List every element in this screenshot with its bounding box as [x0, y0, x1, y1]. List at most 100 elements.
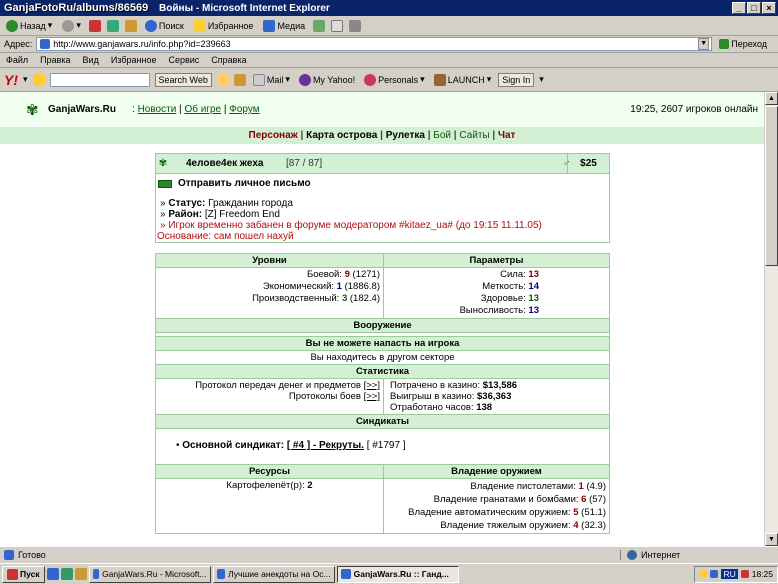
page-icon	[40, 39, 51, 49]
system-tray: RU 18:25	[694, 565, 778, 583]
history-icon[interactable]	[313, 19, 326, 32]
send-message-link[interactable]: Отправить личное письмо	[156, 174, 609, 193]
zone-text: Интернет	[641, 550, 681, 560]
yahoo-search-input[interactable]	[49, 72, 150, 87]
sign-in-button[interactable]: Sign In	[498, 72, 535, 87]
start-button[interactable]: Пуск	[2, 565, 45, 583]
ie-icon	[340, 569, 351, 579]
yahoo-mail-button[interactable]: Mail ▾	[251, 73, 292, 86]
player-district: [Z] Freedom End	[204, 209, 280, 220]
my-yahoo-icon	[298, 73, 311, 86]
stats-right: Потрачено в казино: $13,586 Выигрыш в ка…	[383, 378, 610, 415]
nav-character[interactable]: Персонаж	[249, 130, 298, 141]
syndicate-link[interactable]: [ #4 ] - Рекруты.	[287, 440, 364, 451]
nav-island-map[interactable]: Карта острова	[306, 130, 377, 141]
address-field[interactable]: http://www.ganjawars.ru/info.php?id=2396…	[36, 37, 713, 51]
pencil-icon[interactable]	[32, 73, 45, 86]
levels-header: Уровни	[155, 253, 384, 268]
forward-button[interactable]: ▾	[60, 19, 83, 32]
go-arrow-icon	[719, 39, 730, 49]
stop-icon[interactable]	[88, 19, 101, 32]
star-icon	[193, 19, 206, 32]
scroll-thumb[interactable]	[765, 106, 778, 266]
ban-reason: Основание: сам пошел нахуй	[157, 231, 294, 242]
levels-cell: Боевой: 9 (1271) Экономический: 1 (1886.…	[155, 267, 384, 319]
go-button[interactable]: Переход	[719, 39, 767, 49]
ie-quicklaunch-icon[interactable]	[46, 568, 59, 580]
favorites-button[interactable]: Избранное	[192, 19, 256, 32]
money-log-link[interactable]: [>>]	[364, 380, 380, 391]
cannabis-leaf-icon: ✾	[26, 102, 39, 119]
top-links: : Новости | Об игре | Форум	[132, 104, 260, 115]
menu-favorites[interactable]: Избранное	[111, 55, 157, 65]
refresh-icon[interactable]	[106, 19, 119, 32]
tray-icon[interactable]	[710, 570, 719, 578]
menu-help[interactable]: Справка	[211, 55, 246, 65]
battle-log-link[interactable]: [>>]	[364, 391, 380, 402]
vertical-scrollbar[interactable]: ▲ ▼	[764, 92, 778, 546]
attack-header: Вы не можете напасть на игрока	[155, 336, 610, 351]
print-icon[interactable]	[349, 19, 362, 32]
address-dropdown-icon[interactable]: ▼	[698, 38, 710, 50]
desktop-quicklaunch-icon[interactable]	[60, 568, 73, 580]
menu-view[interactable]: Вид	[83, 55, 99, 65]
app-quicklaunch-icon[interactable]	[74, 568, 87, 580]
language-indicator[interactable]: RU	[721, 569, 738, 579]
ban-notice: » Игрок временно забанен в форуме модера…	[160, 220, 542, 231]
back-button[interactable]: Назад ▾	[4, 19, 54, 32]
minimize-button[interactable]: _	[732, 2, 746, 14]
sign-in-dropdown-icon[interactable]: ▾	[539, 74, 544, 85]
launch-button[interactable]: LAUNCH ▾	[432, 73, 494, 86]
yahoo-dropdown-icon[interactable]: ▾	[23, 74, 28, 85]
nav-battle[interactable]: Бой	[433, 130, 451, 141]
nav-roulette[interactable]: Рулетка	[386, 130, 425, 141]
link-forum[interactable]: Форум	[229, 104, 259, 115]
search-button[interactable]: Поиск	[143, 19, 186, 32]
link-news[interactable]: Новости	[138, 104, 177, 115]
yahoo-toolbar: Y! ▾ Search Web Mail ▾ My Yahoo! Persona…	[0, 68, 778, 92]
search-web-button[interactable]: Search Web	[154, 72, 212, 87]
task-jokes[interactable]: Лучшие анекдоты на Ос...	[212, 565, 335, 583]
syndicates-header: Синдикаты	[155, 414, 610, 429]
yahoo-logo[interactable]: Y!	[4, 72, 18, 88]
scroll-up-icon[interactable]: ▲	[765, 92, 778, 105]
weapons-header: Вооружение	[155, 318, 610, 333]
menu-bar: Файл Правка Вид Избранное Сервис Справка	[0, 53, 778, 68]
sub-navigation: Персонаж | Карта острова | Рулетка | Бой…	[0, 127, 764, 144]
tray-icon[interactable]	[699, 570, 708, 578]
tray-icon[interactable]	[740, 570, 749, 578]
windows-logo-icon	[7, 568, 18, 580]
task-ganjawars-2[interactable]: GanjaWars.Ru :: Ганд...	[336, 565, 459, 583]
ie-icon	[216, 569, 226, 579]
menu-edit[interactable]: Правка	[40, 55, 70, 65]
params-header: Параметры	[383, 253, 610, 268]
window-title: Войны - Microsoft Internet Explorer	[159, 3, 330, 14]
media-icon	[263, 19, 276, 32]
scroll-down-icon[interactable]: ▼	[765, 533, 778, 546]
mail-icon[interactable]	[331, 19, 344, 32]
player-status: Гражданин города	[208, 198, 293, 209]
personals-button[interactable]: Personals ▾	[362, 73, 427, 86]
maximize-button[interactable]: □	[747, 2, 761, 14]
my-yahoo-button[interactable]: My Yahoo!	[297, 73, 357, 86]
globe-icon	[627, 550, 637, 560]
nav-sites[interactable]: Сайты	[459, 130, 489, 141]
syndicate-id: [ #1797 ]	[366, 440, 406, 451]
forward-arrow-icon	[62, 19, 75, 32]
nav-chat[interactable]: Чат	[498, 130, 516, 141]
task-ganjawars-1[interactable]: GanjaWars.Ru - Microsoft...	[88, 565, 211, 583]
media-button[interactable]: Медиа	[261, 19, 307, 32]
player-card-header: ✾ 4елове4ек жеха [87 / 87] ♂ $25	[156, 154, 609, 174]
window-controls: _ □ ×	[732, 2, 776, 14]
resources-cell: Картофелеnёт(р): 2	[155, 478, 384, 534]
menu-file[interactable]: Файл	[6, 55, 28, 65]
taskbar: Пуск GanjaWars.Ru - Microsoft... Лучшие …	[0, 563, 778, 584]
standard-toolbar: Назад ▾ ▾ Поиск Избранное Медиа	[0, 16, 778, 36]
highlight-icon[interactable]	[216, 73, 229, 86]
site-name: GanjaWars.Ru	[48, 104, 116, 115]
menu-tools[interactable]: Сервис	[168, 55, 199, 65]
popup-blocker-icon[interactable]	[233, 73, 246, 86]
link-about[interactable]: Об игре	[184, 104, 221, 115]
close-button[interactable]: ×	[762, 2, 776, 14]
home-icon[interactable]	[124, 19, 137, 32]
